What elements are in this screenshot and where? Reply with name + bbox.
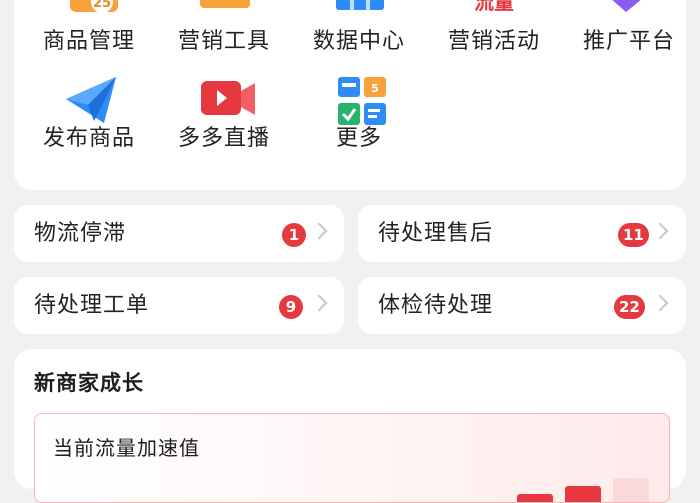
grid-item-label: 营销活动 xyxy=(447,29,540,54)
new-merchant-growth-card: 新商家成长 当前流量加速值 xyxy=(14,349,686,503)
megaphone-icon xyxy=(612,0,641,12)
task-label: 体检待处理 xyxy=(378,293,494,318)
count-badge: 11 xyxy=(618,223,649,247)
paper-plane-icon xyxy=(66,77,116,123)
video-camera-icon xyxy=(201,81,255,115)
count-badge: 22 xyxy=(614,295,645,319)
traffic-icon: 流量 xyxy=(474,0,514,14)
svg-text:5: 5 xyxy=(371,82,379,95)
grid-item-label: 数据中心 xyxy=(312,29,405,54)
bar-chart-icon xyxy=(336,0,384,10)
task-health-check-pending[interactable]: 体检待处理 22 xyxy=(358,277,686,334)
decorative-bar xyxy=(565,486,601,502)
chevron-right-icon xyxy=(310,222,328,240)
task-pending-tickets[interactable]: 待处理工单 9 xyxy=(14,277,344,334)
count-badge: 1 xyxy=(282,223,306,247)
grid-item-label: 多多直播 xyxy=(177,126,270,151)
task-logistics-stalled[interactable]: 物流停滞 1 xyxy=(14,205,344,262)
task-label: 待处理工单 xyxy=(34,293,150,318)
grid-item-label: 更多 xyxy=(335,126,382,151)
grid-item-label: 推广平台 xyxy=(582,29,675,54)
chevron-right-icon xyxy=(310,294,328,312)
task-label: 物流停滞 xyxy=(34,221,127,246)
metric-label: 当前流量加速值 xyxy=(53,436,200,460)
svg-text:25: 25 xyxy=(93,0,111,11)
section-title: 新商家成长 xyxy=(34,371,144,395)
grid-item-label: 营销工具 xyxy=(177,29,270,54)
shortcut-grid-card: 25 商品管理 营销工具 数据中心 流量 营销活动 推广平台 发布商品 多多直播… xyxy=(14,0,686,190)
decorative-bar xyxy=(517,494,553,502)
calendar-icon: 25 xyxy=(70,0,118,13)
chevron-right-icon xyxy=(651,294,669,312)
task-pending-after-sales[interactable]: 待处理售后 11 xyxy=(358,205,686,262)
toolbox-icon xyxy=(200,0,250,8)
decorative-bar xyxy=(613,478,649,502)
count-badge: 9 xyxy=(279,295,303,319)
chevron-right-icon xyxy=(651,222,669,240)
svg-text:流量: 流量 xyxy=(474,0,514,14)
grid-item-label: 发布商品 xyxy=(42,126,135,151)
task-label: 待处理售后 xyxy=(378,221,494,246)
traffic-boost-panel[interactable]: 当前流量加速值 xyxy=(34,413,670,503)
apps-grid-icon: 5 xyxy=(338,77,386,125)
grid-item-label: 商品管理 xyxy=(42,29,135,54)
